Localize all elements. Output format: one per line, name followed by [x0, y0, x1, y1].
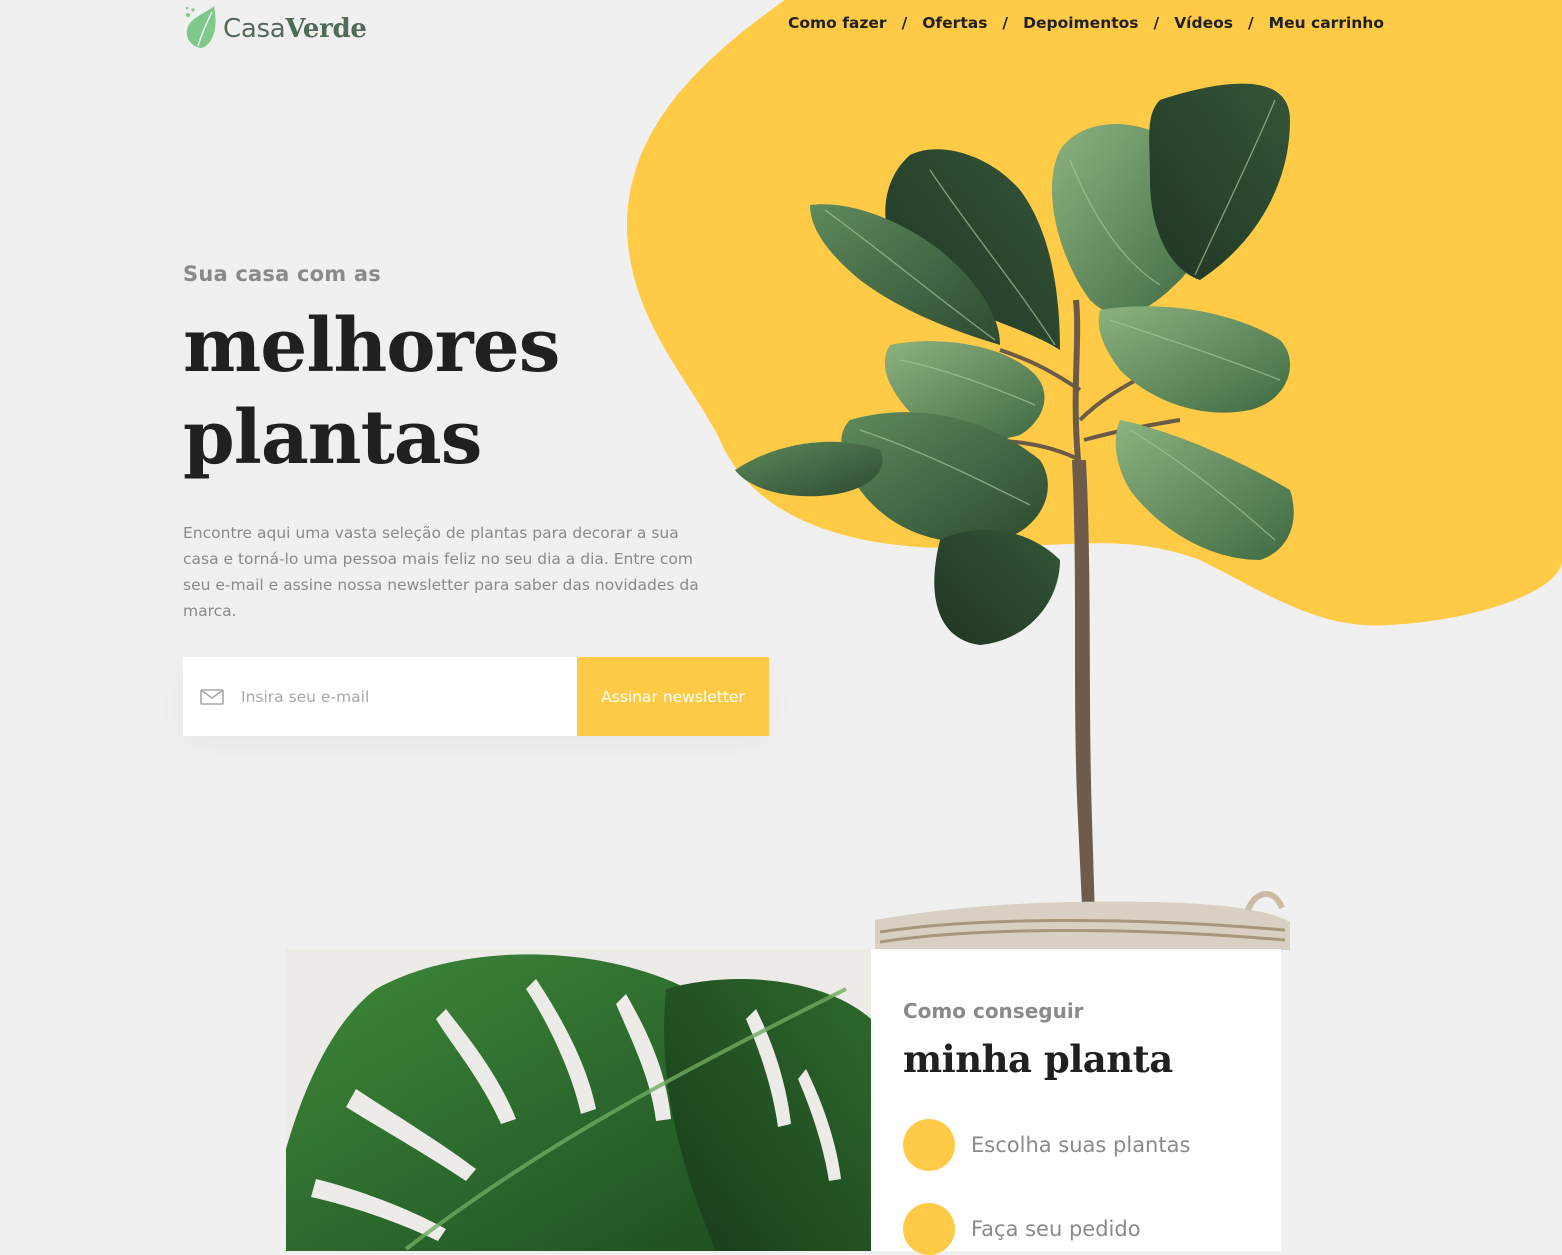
hero-title-line1: melhores [183, 303, 560, 389]
nav-item-meu-carrinho[interactable]: Meu carrinho [1269, 14, 1384, 32]
hero-title: melhores plantas [183, 300, 560, 484]
nav-separator: / [1002, 14, 1009, 32]
step-label: Faça seu pedido [971, 1217, 1141, 1241]
fiddle-leaf-plant-image [735, 83, 1294, 950]
nav-item-como-fazer[interactable]: Como fazer [788, 14, 887, 32]
newsletter-form: Assinar newsletter [183, 657, 769, 736]
nav-separator: / [901, 14, 908, 32]
nav-item-videos[interactable]: Vídeos [1174, 14, 1233, 32]
email-field[interactable] [183, 657, 577, 736]
brand-name: CasaVerde [223, 12, 367, 42]
how-to-card: Como conseguir minha planta Escolha suas… [871, 949, 1281, 1255]
monstera-photo [286, 949, 871, 1251]
brand-name-bold: Verde [285, 14, 367, 44]
hero-kicker: Sua casa com as [183, 262, 381, 286]
how-to-title: minha planta [903, 1037, 1173, 1081]
nav-separator: / [1247, 14, 1254, 32]
hero-description: Encontre aqui uma vasta seleção de plant… [183, 524, 699, 620]
how-to-kicker: Como conseguir [903, 999, 1084, 1023]
step-label: Escolha suas plantas [971, 1133, 1191, 1157]
leaf-logo-icon [185, 6, 216, 48]
nav-separator: / [1153, 14, 1160, 32]
brand-logo[interactable]: CasaVerde [183, 4, 367, 50]
nav-item-depoimentos[interactable]: Depoimentos [1023, 14, 1138, 32]
brand-name-light: Casa [223, 14, 286, 44]
hero-title-line2: plantas [183, 395, 482, 481]
yellow-dot-icon [903, 1203, 955, 1255]
monstera-leaf-image [286, 954, 871, 1251]
mail-icon [200, 688, 224, 705]
main-nav: Como fazer / Ofertas / Depoimentos / Víd… [788, 14, 1384, 32]
step-item: Escolha suas plantas [903, 1119, 1190, 1171]
step-item: Faça seu pedido [903, 1203, 1141, 1255]
email-input[interactable] [239, 686, 543, 707]
yellow-dot-icon [903, 1119, 955, 1171]
nav-item-ofertas[interactable]: Ofertas [922, 14, 987, 32]
